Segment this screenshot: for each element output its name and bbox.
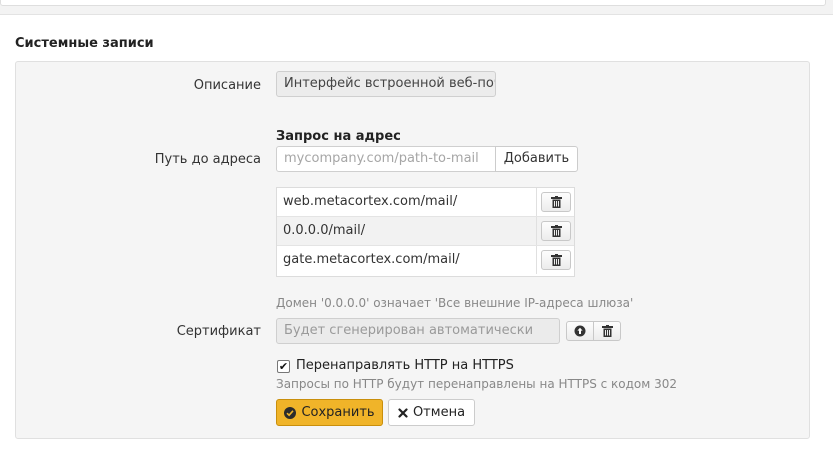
ok-circle-icon [284,406,297,419]
add-path-button[interactable]: Добавить [495,146,578,172]
path-label: Путь до адреса [154,152,261,167]
description-field[interactable]: Интерфейс встроенной веб-почт [276,71,496,97]
cancel-button-label: Отмена [412,405,466,420]
trash-icon [550,254,562,266]
redirect-checkbox-label[interactable]: Перенаправлять HTTP на HTTPS [296,358,514,373]
path-value: 0.0.0.0/mail/ [283,223,366,238]
checkmark-icon: ✔ [278,360,289,373]
save-button-label: Сохранить [301,405,375,420]
delete-path-button[interactable] [541,221,571,241]
section-title: Системные записи [15,36,154,51]
form-panel: Описание Интерфейс встроенной веб-почт З… [15,61,810,439]
trash-icon [550,225,562,237]
path-input[interactable]: mycompany.com/path-to-mail [276,146,496,172]
domain-hint: Домен '0.0.0.0' означает 'Все внешние IP… [276,296,634,310]
cancel-button[interactable]: Отмена [388,399,475,426]
redirect-hint: Запросы по HTTP будут перенаправлены на … [276,377,678,391]
path-input-placeholder: mycompany.com/path-to-mail [284,151,479,166]
close-icon [398,407,408,418]
certificate-field[interactable]: Будет сгенерирован автоматически [276,318,560,344]
table-row: 0.0.0.0/mail/ [277,217,574,246]
cell-divider [536,246,537,274]
table-row: gate.metacortex.com/mail/ [277,246,574,275]
cell-divider [536,188,537,216]
top-panel-edge [0,0,826,6]
upload-certificate-button[interactable] [566,321,594,341]
path-value: web.metacortex.com/mail/ [283,194,458,209]
trash-icon [601,325,613,337]
certificate-label: Сертификат [176,324,261,339]
settings-card: Системные записи Описание Интерфейс встр… [0,14,833,455]
save-button[interactable]: Сохранить [276,399,383,426]
request-heading: Запрос на адрес [276,129,401,144]
trash-icon [550,196,562,208]
cell-divider [536,217,537,245]
paths-table: web.metacortex.com/mail/ 0.0.0.0/mail/ g… [276,187,575,277]
delete-path-button[interactable] [541,192,571,212]
table-row: web.metacortex.com/mail/ [277,188,574,217]
description-label: Описание [193,78,261,93]
upload-circle-icon [574,325,586,337]
path-value: gate.metacortex.com/mail/ [283,252,460,267]
page: Системные записи Описание Интерфейс встр… [0,0,833,455]
delete-path-button[interactable] [541,250,571,270]
delete-certificate-button[interactable] [593,321,621,341]
redirect-checkbox[interactable]: ✔ [277,360,290,373]
